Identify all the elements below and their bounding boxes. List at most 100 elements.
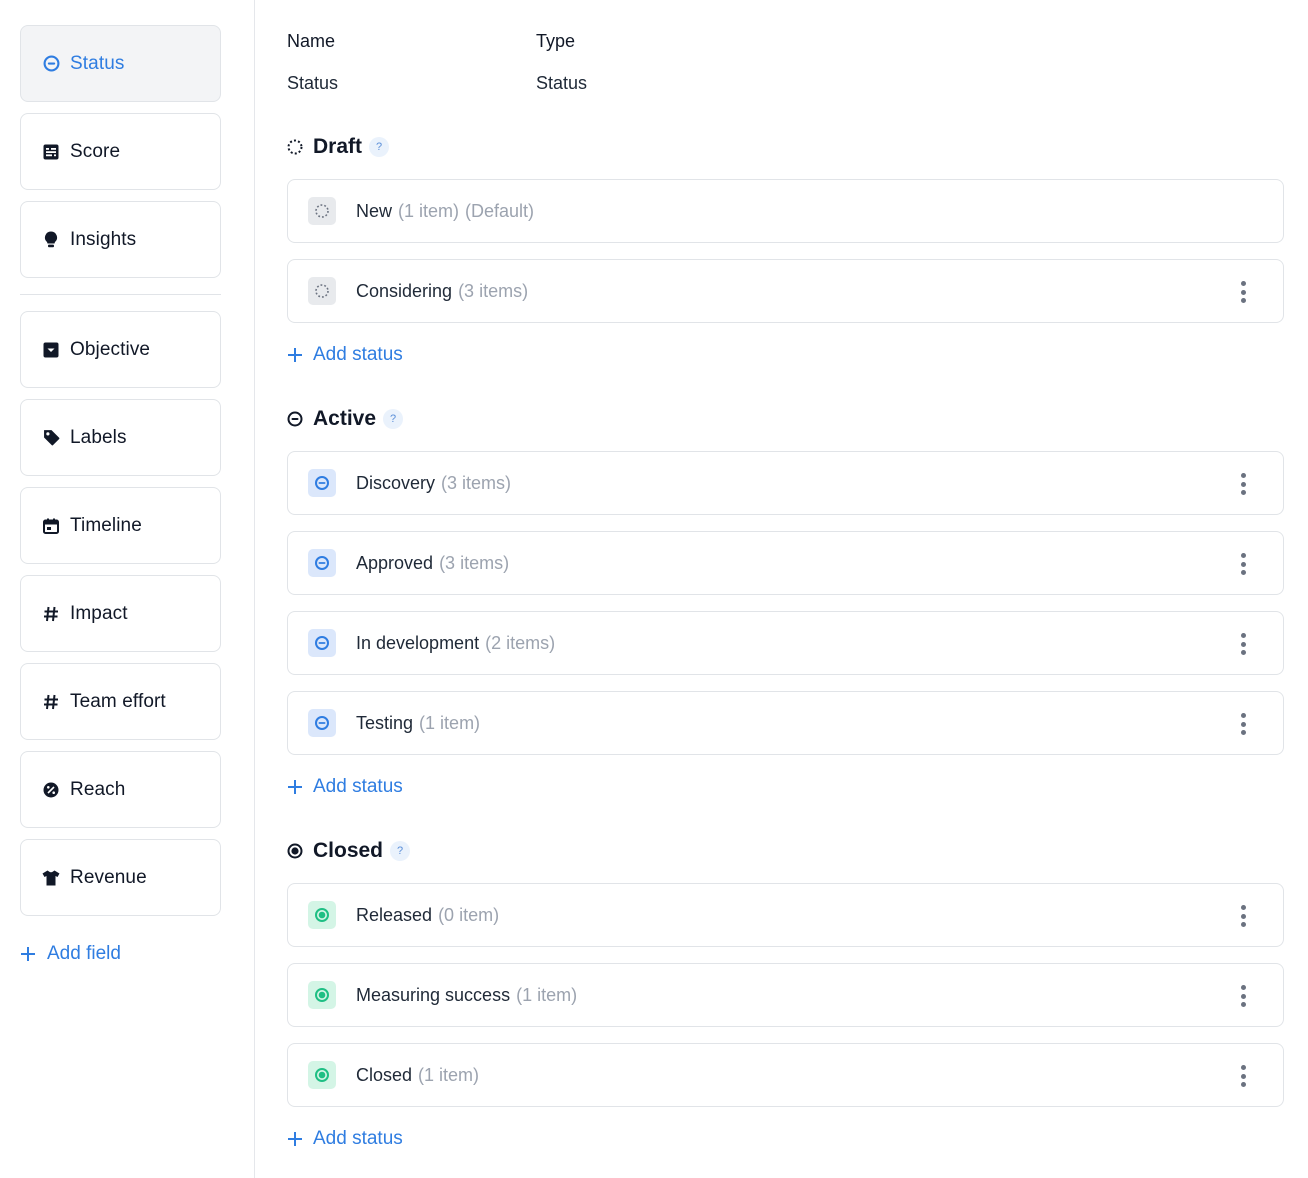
more-options-icon[interactable] bbox=[1233, 632, 1253, 656]
status-count: (0 item) bbox=[438, 904, 500, 925]
status-count: (1 item) bbox=[398, 200, 460, 221]
default-badge: (Default) bbox=[465, 200, 535, 221]
status-count: (1 item) bbox=[419, 712, 481, 733]
help-icon[interactable]: ? bbox=[383, 409, 404, 429]
status-row-discovery[interactable]: Discovery (3 items) bbox=[287, 451, 1284, 515]
add-status-label: Add status bbox=[313, 776, 403, 797]
status-row-new[interactable]: New (1 item) (Default) bbox=[287, 179, 1284, 243]
name-column-header: Name bbox=[287, 31, 336, 51]
hash-icon bbox=[42, 605, 60, 623]
status-count: (1 item) bbox=[418, 1064, 480, 1085]
status-row-considering[interactable]: Considering (3 items) bbox=[287, 259, 1284, 323]
active-status-icon bbox=[308, 709, 336, 737]
sidebar-divider bbox=[20, 294, 221, 295]
closed-status-icon bbox=[308, 981, 336, 1009]
group-title-label: Active bbox=[313, 407, 377, 430]
field-item-insights[interactable]: Insights bbox=[20, 201, 221, 278]
draft-status-icon bbox=[308, 197, 336, 225]
type-column-header: Type bbox=[536, 31, 576, 51]
tag-icon bbox=[42, 429, 60, 447]
status-count: (3 items) bbox=[441, 472, 512, 493]
status-row-in-development[interactable]: In development (2 items) bbox=[287, 611, 1284, 675]
status-name: Measuring success bbox=[356, 984, 511, 1005]
status-field-settings: Status Score Insights Objective Labels T… bbox=[0, 0, 1308, 1178]
field-item-label: Status bbox=[70, 52, 125, 74]
score-icon bbox=[42, 143, 60, 161]
field-item-objective[interactable]: Objective bbox=[20, 311, 221, 388]
active-status-icon bbox=[308, 629, 336, 657]
field-item-label: Insights bbox=[70, 228, 137, 250]
status-name: Approved bbox=[356, 552, 434, 573]
field-item-status[interactable]: Status bbox=[20, 25, 221, 102]
add-status-button-draft[interactable]: Add status bbox=[287, 341, 403, 369]
status-count: (1 item) bbox=[516, 984, 578, 1005]
status-count: (2 items) bbox=[485, 632, 556, 653]
draft-status-icon bbox=[287, 139, 303, 155]
field-item-label: Impact bbox=[70, 602, 128, 624]
shirt-icon bbox=[42, 869, 60, 887]
hash-icon bbox=[42, 693, 60, 711]
status-name: New bbox=[356, 200, 393, 221]
field-item-reach[interactable]: Reach bbox=[20, 751, 221, 828]
field-name-value: Status bbox=[287, 73, 339, 93]
field-item-timeline[interactable]: Timeline bbox=[20, 487, 221, 564]
group-title-label: Closed bbox=[313, 839, 384, 862]
field-item-score[interactable]: Score bbox=[20, 113, 221, 190]
objective-icon bbox=[42, 341, 60, 359]
status-count: (3 items) bbox=[458, 280, 529, 301]
more-options-icon[interactable] bbox=[1233, 904, 1253, 928]
add-status-button-closed[interactable]: Add status bbox=[287, 1125, 403, 1153]
help-icon[interactable]: ? bbox=[369, 137, 390, 157]
status-icon bbox=[42, 55, 60, 73]
add-field-label: Add field bbox=[47, 943, 121, 964]
field-item-team-effort[interactable]: Team effort bbox=[20, 663, 221, 740]
status-name: In development bbox=[356, 632, 480, 653]
closed-status-icon bbox=[308, 1061, 336, 1089]
field-type-value: Status bbox=[536, 73, 588, 93]
closed-status-icon bbox=[308, 901, 336, 929]
group-title-label: Draft bbox=[313, 135, 363, 158]
status-row-approved[interactable]: Approved (3 items) bbox=[287, 531, 1284, 595]
field-item-impact[interactable]: Impact bbox=[20, 575, 221, 652]
more-options-icon[interactable] bbox=[1233, 1064, 1253, 1088]
more-options-icon[interactable] bbox=[1233, 280, 1253, 304]
group-title-draft: Draft ? bbox=[287, 132, 390, 162]
plus-icon bbox=[287, 779, 303, 795]
status-row-released[interactable]: Released (0 item) bbox=[287, 883, 1284, 947]
field-item-label: Objective bbox=[70, 338, 151, 360]
add-field-button[interactable]: Add field bbox=[20, 940, 121, 968]
field-item-label: Labels bbox=[70, 426, 127, 448]
group-title-active: Active ? bbox=[287, 404, 404, 434]
status-name: Discovery bbox=[356, 472, 436, 493]
field-item-labels[interactable]: Labels bbox=[20, 399, 221, 476]
plus-icon bbox=[287, 1131, 303, 1147]
status-row-measuring-success[interactable]: Measuring success (1 item) bbox=[287, 963, 1284, 1027]
more-options-icon[interactable] bbox=[1233, 984, 1253, 1008]
help-icon[interactable]: ? bbox=[390, 841, 411, 861]
add-status-button-active[interactable]: Add status bbox=[287, 773, 403, 801]
more-options-icon[interactable] bbox=[1233, 472, 1253, 496]
active-status-icon bbox=[287, 411, 303, 427]
field-item-label: Score bbox=[70, 140, 121, 162]
active-status-icon bbox=[308, 469, 336, 497]
field-item-label: Timeline bbox=[70, 514, 142, 536]
lightbulb-icon bbox=[42, 231, 60, 249]
plus-icon bbox=[20, 946, 36, 962]
more-options-icon[interactable] bbox=[1233, 712, 1253, 736]
closed-status-icon bbox=[287, 843, 303, 859]
status-name: Considering bbox=[356, 280, 453, 301]
status-name: Closed bbox=[356, 1064, 413, 1085]
status-name: Released bbox=[356, 904, 433, 925]
status-row-testing[interactable]: Testing (1 item) bbox=[287, 691, 1284, 755]
group-title-closed: Closed ? bbox=[287, 836, 411, 866]
status-row-closed[interactable]: Closed (1 item) bbox=[287, 1043, 1284, 1107]
percent-icon bbox=[42, 781, 60, 799]
active-status-icon bbox=[308, 549, 336, 577]
status-count: (3 items) bbox=[439, 552, 510, 573]
calendar-icon bbox=[42, 517, 60, 535]
field-item-revenue[interactable]: Revenue bbox=[20, 839, 221, 916]
add-status-label: Add status bbox=[313, 344, 403, 365]
more-options-icon[interactable] bbox=[1233, 552, 1253, 576]
fields-sidebar: Status Score Insights Objective Labels T… bbox=[0, 0, 255, 1178]
draft-status-icon bbox=[308, 277, 336, 305]
